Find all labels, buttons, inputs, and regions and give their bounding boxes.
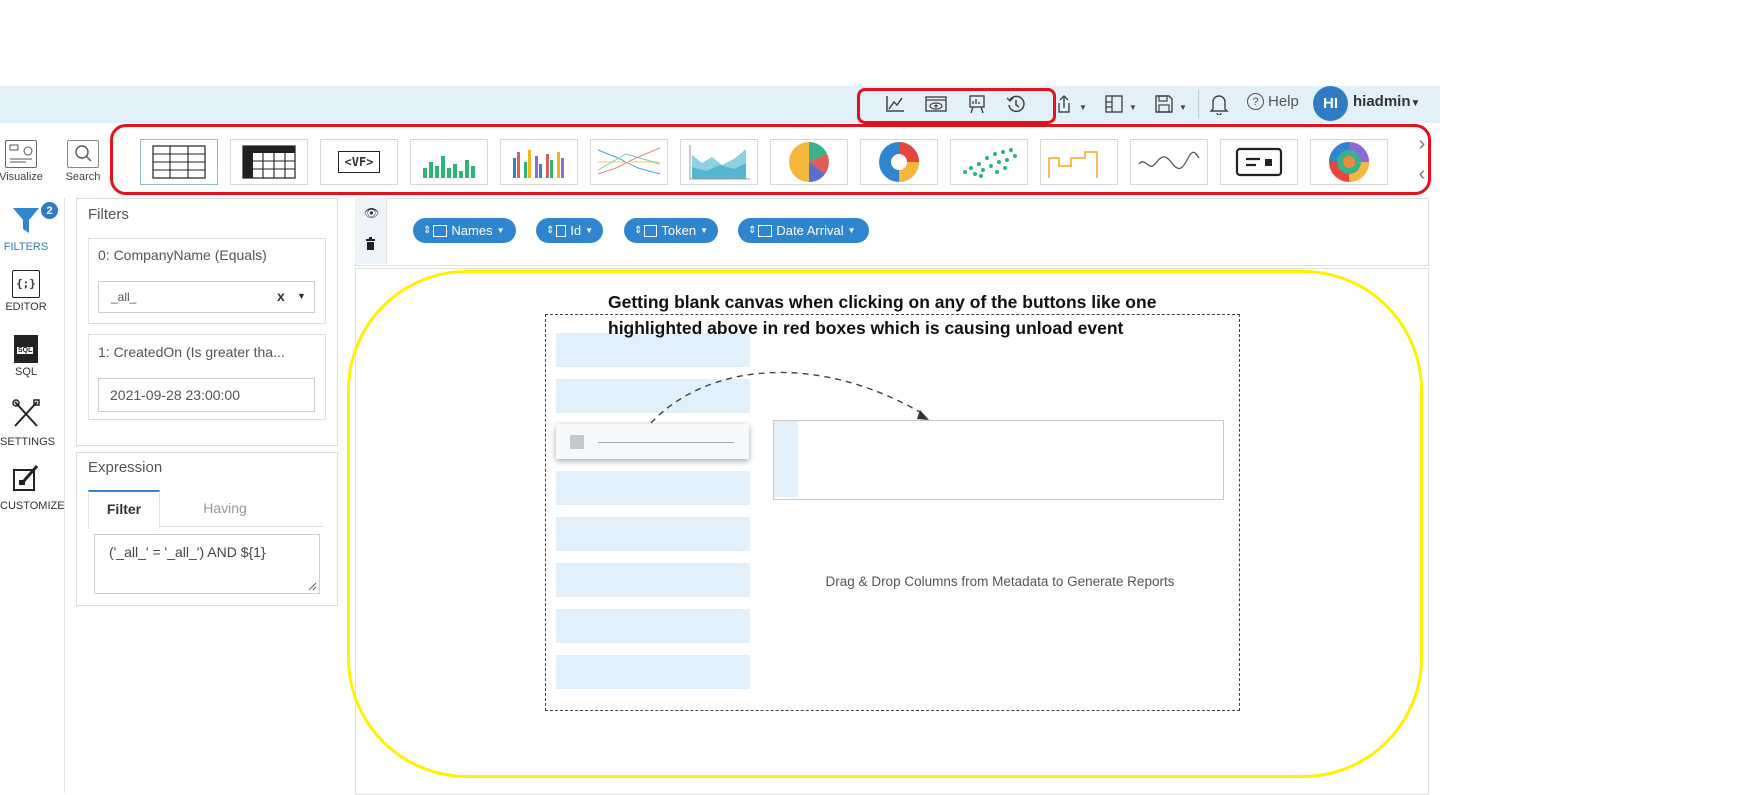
expression-value: ('_all_' = '_all_') AND ${1} — [109, 544, 266, 560]
username-label: hiadmin — [1353, 93, 1411, 110]
search-icon — [67, 140, 99, 168]
search-label: Search — [65, 171, 101, 183]
funnel-icon — [13, 208, 39, 233]
help-link[interactable]: ? Help — [1247, 93, 1299, 110]
nav-filters-label: FILTERS — [3, 241, 49, 253]
help-icon: ? — [1247, 93, 1264, 110]
filter-value-select[interactable]: _all_ x ▼ — [98, 281, 315, 313]
red-highlight-chart-bar — [110, 124, 1431, 195]
chevron-down-icon[interactable]: ▼ — [1129, 103, 1137, 112]
nav-settings-label: SETTINGS — [0, 436, 56, 448]
column-label: Id — [570, 223, 582, 238]
trash-icon[interactable] — [365, 237, 376, 250]
filter-item-label: 1: CreatedOn (Is greater tha... — [98, 344, 285, 360]
column-label: Names — [451, 223, 493, 238]
nav-sql-label: SQL — [14, 366, 37, 378]
tools-icon — [12, 399, 40, 427]
sort-icon: ⇕ — [423, 225, 432, 236]
yellow-highlight-canvas — [347, 270, 1423, 778]
column-icon — [556, 224, 567, 237]
chevron-down-icon[interactable]: ▼ — [1179, 103, 1187, 112]
column-icon — [758, 224, 773, 237]
filters-title: Filters — [88, 206, 129, 223]
expression-textarea[interactable]: ('_all_' = '_all_') AND ${1} — [94, 534, 320, 594]
resize-handle-icon[interactable] — [308, 582, 317, 591]
sort-icon: ⇕ — [546, 225, 555, 236]
sort-icon: ⇕ — [748, 225, 757, 236]
save-icon[interactable] — [1151, 92, 1177, 116]
user-menu[interactable]: hiadmin▼ — [1353, 93, 1420, 110]
chevron-down-icon: ▼ — [585, 226, 593, 235]
column-pill[interactable]: ⇕ Token ▼ — [624, 218, 718, 243]
column-icon — [433, 224, 448, 237]
filter-item-label: 0: CompanyName (Equals) — [98, 247, 267, 263]
tab-having[interactable]: Having — [180, 490, 270, 526]
column-label: Date Arrival — [776, 223, 844, 238]
chevron-down-icon: ▼ — [1410, 98, 1421, 109]
clear-icon[interactable]: x — [277, 288, 285, 304]
nav-editor-label: EDITOR — [5, 301, 47, 313]
red-highlight-toolbar — [857, 88, 1056, 124]
chevron-down-icon[interactable]: ▼ — [1079, 103, 1087, 112]
bell-icon[interactable] — [1206, 92, 1232, 116]
sort-icon: ⇕ — [634, 225, 643, 236]
help-label: Help — [1268, 93, 1299, 110]
nav-customize-label: CUSTOMIZE — [0, 500, 65, 512]
visualize-button[interactable]: Visualize — [0, 140, 47, 183]
nav-editor[interactable]: {;} EDITOR — [0, 270, 52, 313]
customize-icon — [13, 465, 39, 491]
tab-filter[interactable]: Filter — [88, 490, 160, 529]
filter-value: 2021-09-28 23:00:00 — [110, 387, 240, 403]
column-label: Token — [661, 223, 697, 238]
column-pill[interactable]: ⇕ Date Arrival ▼ — [738, 218, 869, 243]
filter-count-badge: 2 — [41, 202, 58, 219]
nav-sql[interactable]: SQL SQL — [0, 335, 52, 378]
chevron-down-icon: ▼ — [700, 226, 708, 235]
eye-icon[interactable]: 👁 — [364, 206, 379, 220]
columns-bar — [355, 198, 1429, 266]
visualize-label: Visualize — [0, 171, 43, 183]
expression-title: Expression — [88, 459, 163, 476]
divider — [1198, 90, 1199, 118]
filter-value: _all_ — [111, 290, 137, 304]
column-icon — [644, 224, 658, 237]
sql-glyph: SQL — [17, 347, 34, 354]
columns-bar-side: 👁 — [355, 198, 387, 264]
avatar[interactable]: HI — [1313, 86, 1348, 121]
visualize-icon — [5, 140, 37, 168]
editor-icon: {;} — [12, 270, 40, 298]
layout-icon[interactable] — [1101, 92, 1127, 116]
column-pill[interactable]: ⇕ Id ▼ — [536, 218, 603, 243]
chevron-down-icon[interactable]: ▼ — [297, 291, 306, 301]
nav-settings[interactable]: SETTINGS — [0, 398, 56, 448]
chevron-down-icon: ▼ — [847, 226, 856, 235]
nav-customize[interactable]: CUSTOMIZE — [0, 462, 65, 512]
sql-file-icon: SQL — [14, 335, 38, 363]
filter-date-input[interactable]: 2021-09-28 23:00:00 — [98, 378, 315, 412]
column-pill[interactable]: ⇕ Names ▼ — [413, 218, 516, 243]
chevron-down-icon: ▼ — [496, 226, 505, 235]
search-button[interactable]: Search — [57, 140, 109, 183]
